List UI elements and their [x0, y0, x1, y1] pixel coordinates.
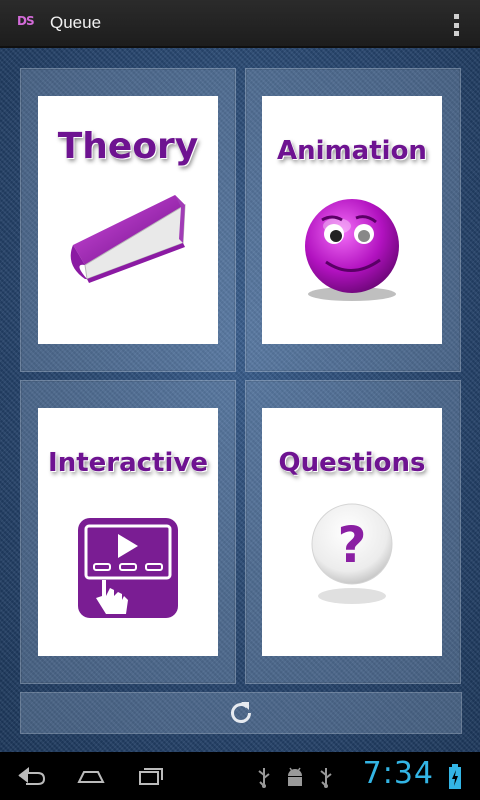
questions-card[interactable]: Questions ?	[262, 408, 442, 656]
play-touch-icon	[76, 516, 180, 624]
battery-charging-icon	[448, 764, 462, 794]
usb-icon	[256, 766, 272, 792]
bottom-bar	[20, 692, 462, 734]
page-title: Queue	[50, 13, 102, 32]
recent-apps-icon[interactable]	[136, 764, 166, 792]
interactive-label: Interactive	[48, 448, 208, 478]
android-debug-icon	[284, 766, 306, 792]
question-icon: ?	[302, 500, 402, 614]
refresh-icon[interactable]	[228, 700, 254, 726]
back-icon[interactable]	[16, 764, 46, 792]
theory-card[interactable]: Theory	[38, 96, 218, 344]
clock: 7:34	[362, 756, 434, 791]
overflow-menu-icon[interactable]	[454, 14, 460, 36]
questions-label: Questions	[278, 448, 426, 478]
app-icon[interactable]: DS	[16, 12, 38, 34]
animation-card[interactable]: Animation	[262, 96, 442, 344]
svg-text:?: ?	[337, 516, 366, 574]
theory-label: Theory	[57, 126, 199, 167]
smiley-icon	[292, 194, 412, 308]
usb-icon	[318, 766, 334, 792]
animation-label: Animation	[277, 136, 427, 166]
interactive-card[interactable]: Interactive	[38, 408, 218, 656]
book-icon	[63, 183, 193, 287]
home-icon[interactable]	[76, 764, 106, 792]
system-nav-bar: 7:34	[0, 752, 480, 800]
action-bar: DS Queue	[0, 0, 480, 48]
app-icon-text: DS	[17, 14, 35, 28]
